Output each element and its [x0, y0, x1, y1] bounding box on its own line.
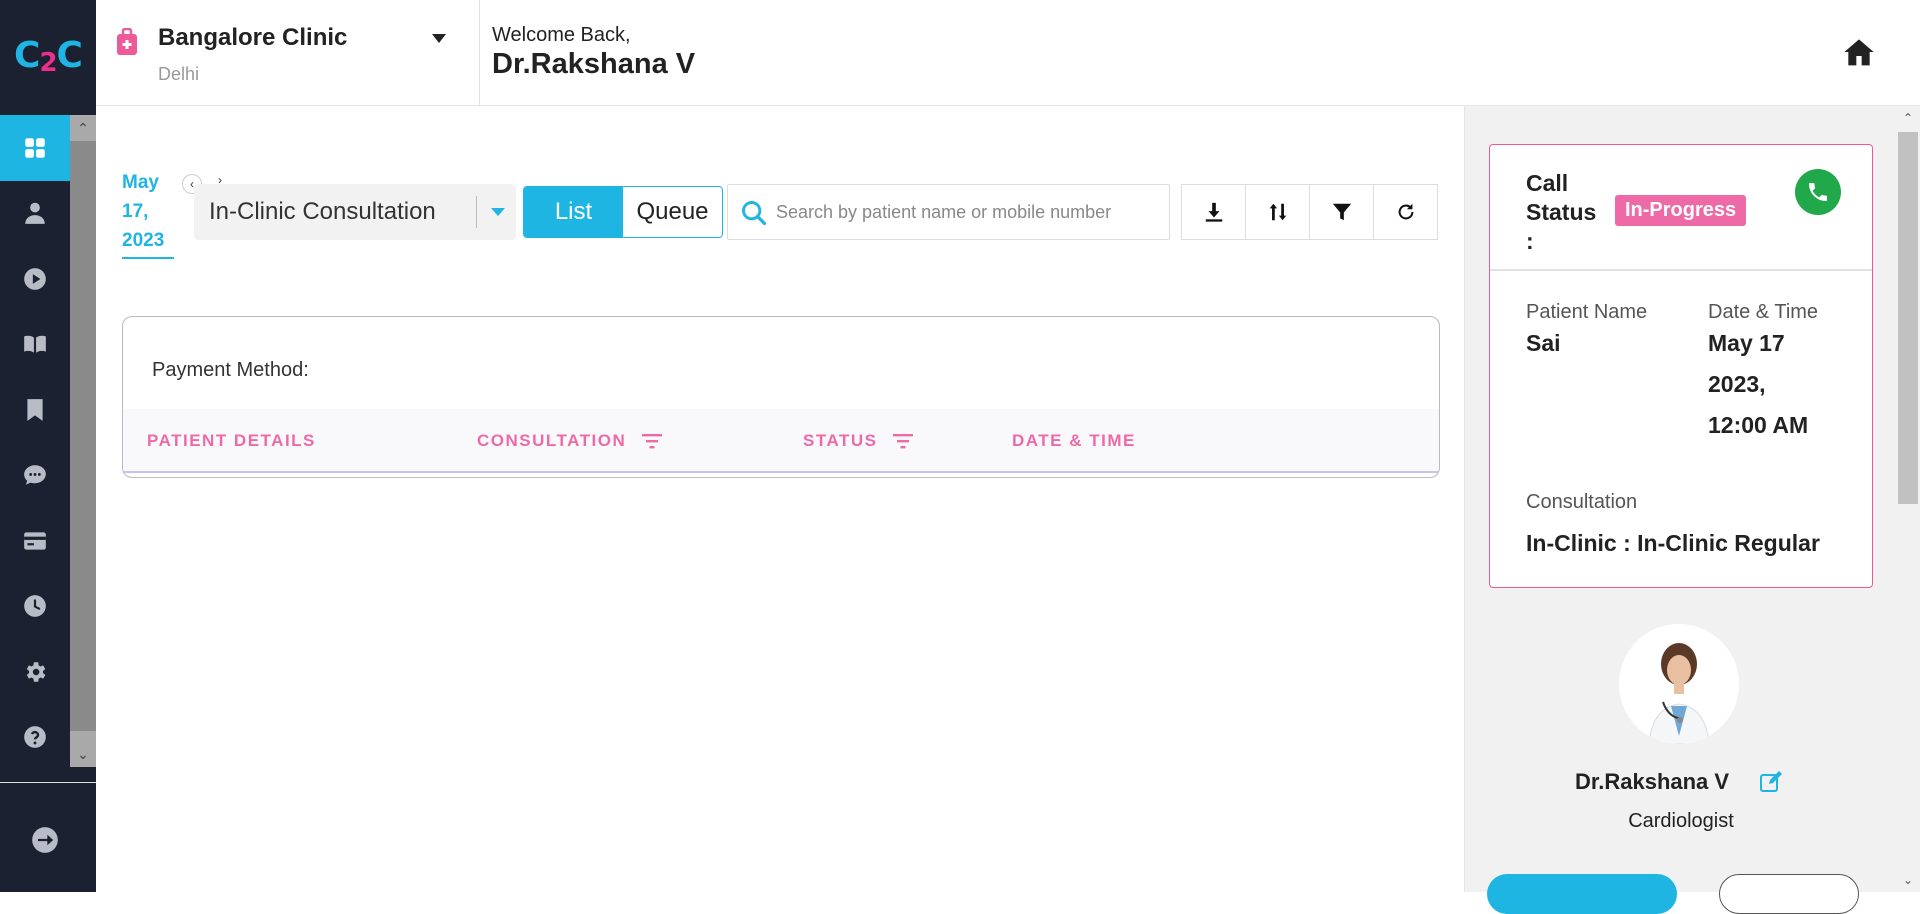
download-button[interactable] — [1181, 184, 1246, 240]
sidebar: C2C ⌃ ⌄ — [0, 0, 96, 892]
gear-icon — [26, 662, 46, 682]
doctor-avatar-image — [1619, 624, 1739, 744]
queue-view-button[interactable]: Queue — [623, 187, 722, 237]
clinic-city: Delhi — [158, 64, 200, 84]
page-scrollbar[interactable]: ⌃ ⌄ — [1896, 106, 1920, 892]
sidebar-item-profile[interactable] — [0, 181, 70, 247]
chevron-down-icon[interactable] — [432, 34, 446, 43]
sidebar-scroll-thumb[interactable] — [70, 141, 96, 731]
sidebar-divider — [0, 782, 96, 783]
consultation-label: Consultation — [1526, 491, 1638, 513]
column-header-consultation[interactable]: CONSULTATION — [477, 431, 663, 451]
sidebar-item-library[interactable] — [0, 312, 70, 378]
status-badge: In-Progress — [1615, 195, 1747, 226]
play-icon — [24, 267, 46, 290]
sidebar-scrollbar[interactable]: ⌃ ⌄ — [70, 115, 96, 767]
profile-primary-button[interactable] — [1487, 874, 1677, 914]
sidebar-item-history[interactable] — [0, 574, 70, 640]
sort-icon — [1269, 203, 1286, 221]
chat-icon — [24, 465, 46, 485]
appointments-table-card: Payment Method: PATIENT DETAILS CONSULTA… — [122, 316, 1440, 478]
clinic-name: Bangalore Clinic — [158, 24, 348, 51]
sidebar-item-bookmarks[interactable] — [0, 377, 70, 443]
call-button[interactable] — [1795, 169, 1841, 215]
column-header-patient-details: PATIENT DETAILS — [147, 431, 316, 450]
profile-secondary-button[interactable] — [1719, 874, 1859, 914]
edit-icon[interactable] — [1759, 770, 1783, 794]
payment-method-label: Payment Method: — [152, 359, 309, 381]
refresh-button[interactable] — [1373, 184, 1438, 240]
card-icon — [24, 532, 46, 550]
scroll-up-icon[interactable]: ⌃ — [70, 115, 96, 141]
table-header: PATIENT DETAILS CONSULTATION STATUS DATE… — [123, 409, 1439, 473]
filter-icon — [1332, 203, 1351, 221]
welcome-text: Welcome Back, — [492, 24, 631, 46]
doctor-name: Dr.Rakshana V — [492, 48, 696, 80]
dashboard-icon — [25, 138, 45, 158]
patient-name-value: Sai — [1526, 330, 1561, 356]
filter-lines-icon[interactable] — [642, 433, 663, 449]
sort-button[interactable] — [1245, 184, 1310, 240]
consultation-value: In-Clinic : In-Clinic Regular — [1526, 530, 1820, 556]
main-content: May 17, 2023 ‹ › In-Clinic Consultation … — [96, 106, 1464, 892]
call-status-card: Call Status : In-Progress Patient Name S… — [1489, 144, 1873, 588]
clinic-icon — [117, 28, 137, 55]
call-status-label: Call Status : — [1526, 170, 1597, 254]
logout-button[interactable] — [0, 805, 90, 875]
bookmark-icon — [27, 398, 43, 421]
date-picker[interactable]: May 17, 2023 — [122, 168, 174, 259]
clinic-selector[interactable]: Bangalore Clinic Delhi — [96, 0, 480, 106]
app-logo[interactable]: C2C — [0, 0, 96, 110]
column-header-status[interactable]: STATUS — [803, 431, 914, 451]
profile-doctor-name: Dr.Rakshana V — [1575, 769, 1730, 794]
sidebar-nav — [0, 115, 70, 770]
doctor-specialty: Cardiologist — [1628, 810, 1734, 832]
scroll-down-icon[interactable]: ⌄ — [1896, 870, 1920, 890]
book-icon — [24, 335, 46, 353]
column-header-date-time: DATE & TIME — [1012, 431, 1136, 450]
sidebar-item-media[interactable] — [0, 246, 70, 312]
sidebar-item-help[interactable] — [0, 705, 70, 771]
download-icon — [1205, 202, 1222, 222]
search-icon — [742, 201, 767, 226]
scroll-up-icon[interactable]: ⌃ — [1896, 108, 1920, 128]
view-toggle: List Queue — [523, 186, 723, 238]
top-bar: Bangalore Clinic Delhi Welcome Back, Dr.… — [96, 0, 1920, 106]
scroll-down-icon[interactable]: ⌄ — [70, 741, 96, 767]
filter-lines-icon[interactable] — [893, 433, 914, 449]
phone-icon — [1809, 183, 1827, 201]
sidebar-item-dashboard[interactable] — [0, 115, 70, 181]
sidebar-item-settings[interactable] — [0, 639, 70, 705]
avatar[interactable] — [1619, 624, 1739, 744]
toolbar-actions — [1181, 184, 1438, 240]
sidebar-item-messages[interactable] — [0, 443, 70, 509]
filter-button[interactable] — [1309, 184, 1374, 240]
list-view-button[interactable]: List — [524, 187, 623, 237]
datetime-value: May 17 2023, 12:00 AM — [1708, 330, 1809, 438]
home-icon[interactable] — [1843, 36, 1875, 68]
clock-icon — [24, 595, 46, 618]
call-status-panel: Call Status : In-Progress Patient Name S… — [1464, 106, 1896, 914]
user-icon — [25, 202, 45, 225]
consultation-type-select[interactable]: In-Clinic Consultation — [194, 184, 516, 240]
logout-icon — [32, 827, 58, 853]
search-input[interactable] — [776, 195, 1156, 229]
help-icon — [24, 726, 46, 749]
call-status-header: Call Status : In-Progress — [1490, 145, 1872, 271]
sidebar-item-payments[interactable] — [0, 508, 70, 574]
page-scroll-thumb[interactable] — [1898, 132, 1918, 504]
chevron-down-icon[interactable] — [491, 208, 505, 216]
datetime-label: Date & Time — [1708, 301, 1819, 323]
patient-name-label: Patient Name — [1526, 301, 1648, 323]
refresh-icon — [1398, 203, 1413, 220]
search-box — [727, 184, 1170, 240]
